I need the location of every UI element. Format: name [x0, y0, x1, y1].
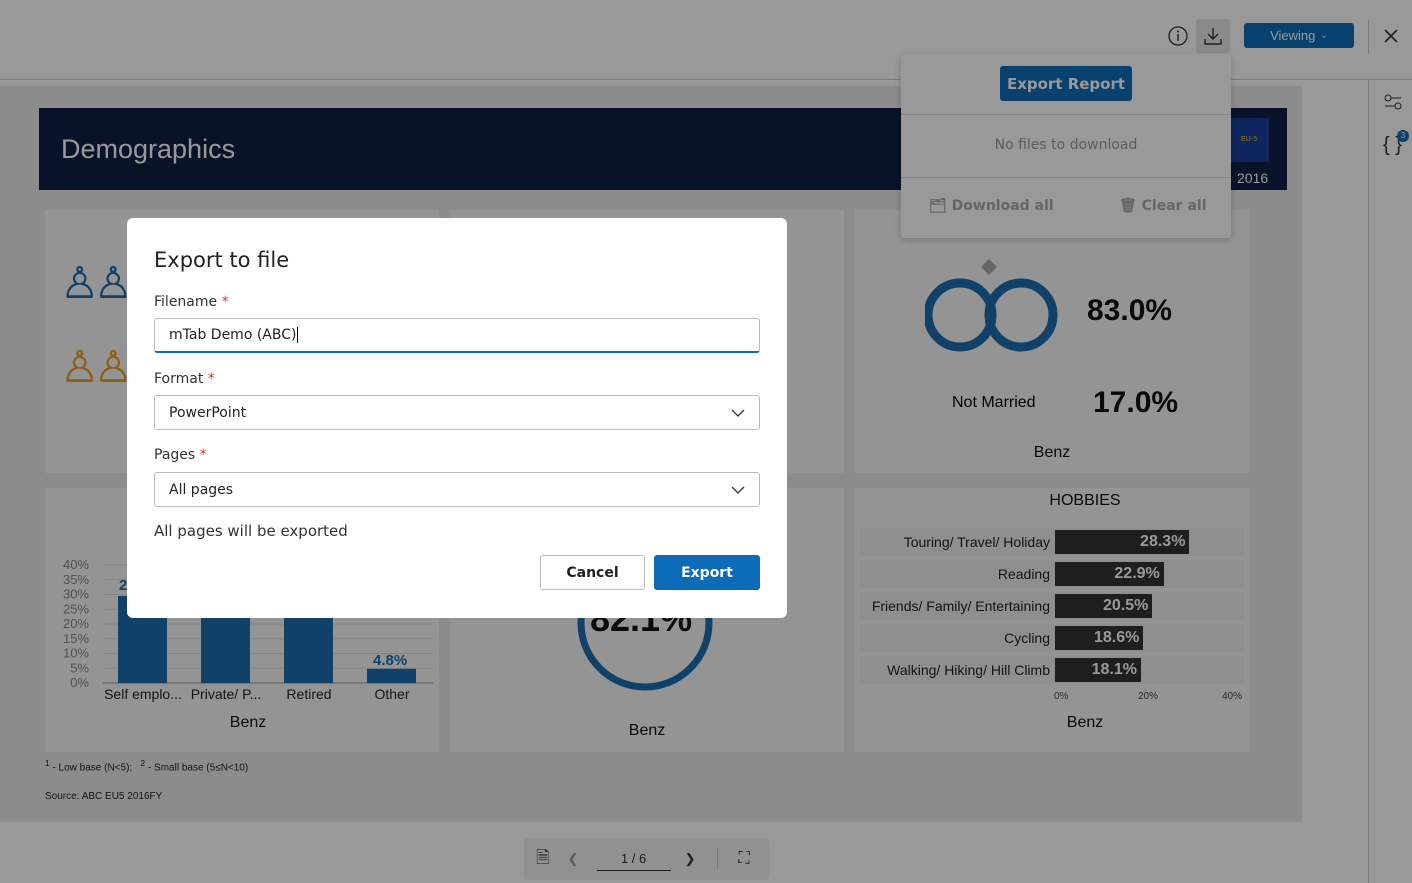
filename-input[interactable]: mTab Demo (ABC)	[154, 318, 760, 353]
pages-hint: All pages will be exported	[154, 522, 348, 540]
export-button[interactable]: Export	[654, 555, 760, 590]
dialog-title: Export to file	[154, 248, 290, 272]
chevron-down-icon	[731, 486, 745, 494]
format-label: Format *	[154, 371, 215, 387]
chevron-down-icon	[731, 409, 745, 417]
export-dialog: Export to file Filename * mTab Demo (ABC…	[127, 218, 787, 618]
pages-select[interactable]: All pages	[154, 472, 760, 507]
pages-label: Pages *	[154, 447, 207, 463]
format-select[interactable]: PowerPoint	[154, 395, 760, 430]
filename-label: Filename *	[154, 294, 229, 310]
cancel-button[interactable]: Cancel	[540, 555, 645, 590]
